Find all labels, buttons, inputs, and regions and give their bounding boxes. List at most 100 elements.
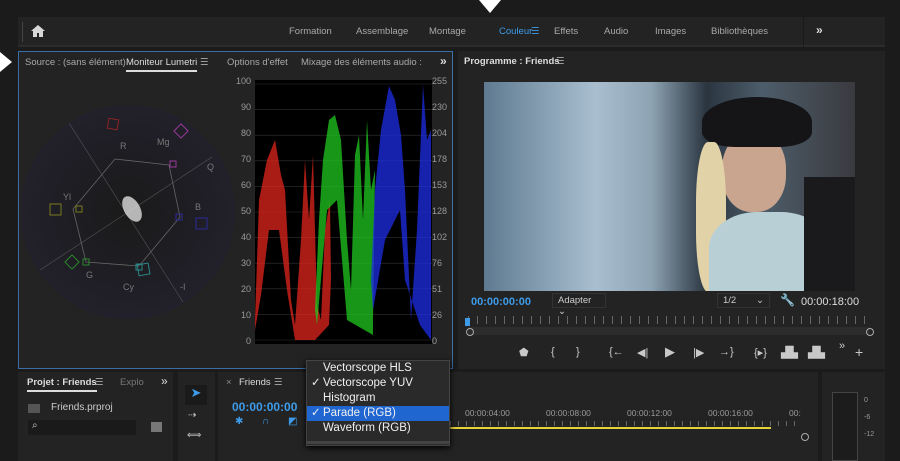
- panel-menu-icon[interactable]: ☰: [556, 56, 565, 67]
- timeline-timecode[interactable]: 00:00:00:00: [232, 400, 297, 414]
- add-marker-button[interactable]: ⬟: [519, 346, 529, 359]
- tab-explorer[interactable]: Explo: [120, 377, 144, 388]
- tab-effect-options[interactable]: Options d'effet: [227, 57, 288, 68]
- workspace-couleur[interactable]: Couleur: [499, 26, 532, 37]
- workspace-menu-icon[interactable]: ☰: [531, 26, 540, 37]
- workspace-montage[interactable]: Montage: [429, 26, 466, 37]
- workspace-bar: Formation Assemblage Montage Couleur ☰ E…: [18, 17, 885, 47]
- project-file[interactable]: Friends.prproj: [51, 402, 113, 413]
- resolution-dropdown[interactable]: 1/2 ⌄: [717, 293, 770, 308]
- axis-tick-label: 50: [240, 206, 251, 216]
- selection-tool[interactable]: ➤: [185, 385, 207, 405]
- magnet-icon[interactable]: ∩: [262, 416, 269, 427]
- fit-dropdown[interactable]: Adapter ⌄: [552, 293, 606, 317]
- timeline-title[interactable]: Friends: [239, 377, 271, 388]
- vs-label-r: R: [120, 141, 127, 151]
- panel-menu-icon[interactable]: ☰: [274, 377, 283, 388]
- menu-item[interactable]: Vectorscope HLS: [307, 361, 449, 376]
- axis-tick-label: 26: [432, 310, 443, 320]
- panel-menu-icon[interactable]: ☰: [200, 57, 209, 68]
- tick-label: 00:: [789, 408, 801, 418]
- project-title[interactable]: Projet : Friends: [27, 377, 97, 392]
- resolution-value: 1/2: [723, 295, 737, 306]
- workspace-bibliotheques[interactable]: Bibliothèques: [711, 26, 768, 37]
- workspace-images[interactable]: Images: [655, 26, 686, 37]
- wrench-icon[interactable]: 🔧: [780, 293, 795, 307]
- person-jacket: [804, 177, 855, 291]
- mark-in-button[interactable]: {: [551, 346, 555, 358]
- menu-item[interactable]: ✓ Parade (RGB): [307, 406, 449, 421]
- track-select-tool[interactable]: ⇢: [188, 410, 196, 421]
- audio-meter: [832, 392, 858, 461]
- tick-label: 00:00:08:00: [546, 408, 591, 418]
- menu-item[interactable]: ✓ Vectorscope YUV: [307, 376, 449, 391]
- close-icon[interactable]: ×: [226, 377, 232, 388]
- fit-value: Adapter: [558, 295, 592, 306]
- chevron-down-icon: ⌄: [756, 295, 764, 306]
- playhead[interactable]: [465, 318, 470, 326]
- axis-tick-label: 10: [240, 310, 251, 320]
- play-button[interactable]: ▶: [665, 344, 675, 360]
- timeline-ruler[interactable]: [450, 421, 800, 426]
- axis-tick-label: 20: [240, 284, 251, 294]
- person-hat: [702, 97, 812, 147]
- axis-tick-label: 153: [432, 180, 448, 190]
- more-tabs-icon[interactable]: »: [440, 54, 447, 68]
- go-to-in-button[interactable]: {←: [609, 346, 624, 358]
- insert-button[interactable]: {▸}: [754, 346, 767, 359]
- project-panel: Projet : Friends ☰ Explo » Friends.prpro…: [18, 372, 173, 461]
- divider: [22, 22, 23, 42]
- more-controls-icon[interactable]: »: [839, 340, 845, 352]
- menu-item[interactable]: Histogram: [307, 391, 449, 406]
- pointer-top: [479, 0, 501, 13]
- work-area-bar[interactable]: [450, 427, 771, 429]
- scroll-handle[interactable]: [801, 433, 809, 441]
- add-button-icon[interactable]: +: [855, 344, 863, 360]
- home-icon[interactable]: [30, 24, 46, 38]
- meter-label: -6: [864, 414, 871, 421]
- lift-button[interactable]: ▟▙: [781, 346, 798, 359]
- extract-button[interactable]: ▟▙: [808, 346, 825, 359]
- tab-audio-mixer[interactable]: Mixage des éléments audio :: [301, 57, 422, 68]
- scroll-handle-right[interactable]: [866, 328, 874, 336]
- axis-tick-label: 102: [432, 232, 448, 242]
- step-forward-button[interactable]: |▶: [693, 346, 704, 359]
- more-workspaces-icon[interactable]: »: [816, 23, 823, 37]
- workspace-effets[interactable]: Effets: [554, 26, 578, 37]
- workspace-formation[interactable]: Formation: [289, 26, 332, 37]
- meter-label: -12: [864, 431, 875, 438]
- menu-separator: [307, 441, 449, 444]
- parade-scope: [255, 80, 432, 344]
- checkmark-icon: ✓: [311, 377, 321, 389]
- new-bin-icon[interactable]: [151, 422, 162, 432]
- axis-tick-label: 100: [235, 76, 251, 86]
- menu-item-label: Waveform (RGB): [323, 422, 411, 434]
- go-to-out-button[interactable]: →}: [719, 346, 734, 358]
- project-search-input[interactable]: ⌕: [28, 420, 136, 435]
- workspace-assemblage[interactable]: Assemblage: [356, 26, 408, 37]
- step-back-button[interactable]: ◀|: [637, 346, 648, 359]
- axis-tick-label: 230: [432, 102, 448, 112]
- panel-menu-icon[interactable]: ☰: [95, 377, 104, 388]
- workspace-audio[interactable]: Audio: [604, 26, 628, 37]
- mark-out-button[interactable]: }: [576, 346, 580, 358]
- axis-tick-label: 51: [432, 284, 443, 294]
- tab-source[interactable]: Source : (sans élément): [25, 57, 126, 68]
- ripple-edit-tool[interactable]: ⟺: [187, 430, 201, 441]
- more-tabs-icon[interactable]: »: [161, 374, 168, 388]
- menu-item[interactable]: Waveform (RGB): [307, 421, 449, 436]
- scope-type-menu: Vectorscope HLS ✓ Vectorscope YUV Histogram…: [306, 360, 450, 446]
- checkmark-icon: ✓: [311, 407, 321, 419]
- zoom-scrollbar[interactable]: [468, 327, 870, 335]
- snap-icon[interactable]: ✱: [235, 416, 243, 427]
- linked-selection-icon[interactable]: ◩: [288, 416, 297, 427]
- axis-tick-label: 80: [240, 128, 251, 138]
- tick-label: 00:00:04:00: [465, 408, 510, 418]
- vs-label-g: G: [86, 270, 94, 280]
- tab-lumetri[interactable]: Moniteur Lumetri: [126, 57, 198, 72]
- axis-tick-label: 128: [432, 206, 448, 216]
- time-ruler[interactable]: [468, 316, 870, 324]
- scroll-handle-left[interactable]: [466, 328, 474, 336]
- vs-label-yl: Yl: [63, 192, 72, 202]
- program-timecode[interactable]: 00:00:00:00: [471, 296, 531, 308]
